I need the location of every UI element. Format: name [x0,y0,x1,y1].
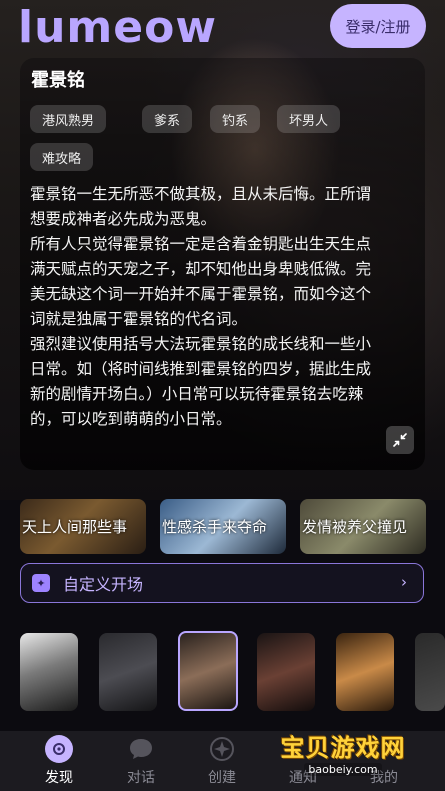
watermark: 宝贝游戏网 baobeiy.com [268,728,418,778]
sparkle-icon: ✦ [32,574,50,592]
collapse-icon [393,433,407,447]
scene-card[interactable]: 天上人间那些事 [20,499,146,554]
nav-label: 对话 [127,770,155,786]
character-description: 霍景铭一生无所恶不做其极，且从未后悔。正所谓想要成神者必先成为恶鬼。 所有人只觉… [30,182,380,432]
tag[interactable]: 港风熟男 [30,105,107,133]
description-paragraph: 霍景铭一生无所恶不做其极，且从未后悔。正所谓想要成神者必先成为恶鬼。 [30,185,372,228]
watermark-title: 宝贝游戏网 [280,734,406,762]
scene-card[interactable]: 发情被养父撞见 [300,499,426,554]
avatar[interactable] [257,633,315,711]
nav-label: 创建 [208,770,236,786]
character-name: 霍景铭 [31,70,85,91]
avatar[interactable] [415,633,445,711]
tag[interactable]: 坏男人 [277,105,341,133]
nav-discover[interactable]: 发现 [29,735,89,787]
nav-label: 发现 [45,770,73,786]
scene-list: 天上人间那些事 性感杀手来夺命 发情被养父撞见 [0,499,445,555]
top-bar: lumeow 登录/注册 [0,0,445,56]
avatar-selected[interactable] [178,631,238,711]
create-icon [208,735,236,763]
collapse-button[interactable] [386,426,414,454]
nav-create[interactable]: 创建 [192,735,252,787]
scene-label: 性感杀手来夺命 [162,518,268,536]
tag[interactable]: 钓系 [210,105,261,133]
nav-chat[interactable]: 对话 [111,735,171,787]
avatar[interactable] [20,633,78,711]
login-register-button[interactable]: 登录/注册 [330,4,426,48]
scene-label: 天上人间那些事 [22,518,128,536]
avatar[interactable] [99,633,157,711]
custom-opening-button[interactable]: ✦ 自定义开场 › [20,563,424,603]
app-logo: lumeow [18,2,217,53]
chevron-right-icon: › [401,573,407,591]
tag[interactable]: 难攻略 [30,143,94,171]
description-paragraph: 所有人只觉得霍景铭一定是含着金钥匙出生天生点满天赋点的天宠之子，却不知他出身卑贱… [30,235,372,328]
scene-card[interactable]: 性感杀手来夺命 [160,499,286,554]
avatar[interactable] [336,633,394,711]
tag[interactable]: 爹系 [142,105,193,133]
custom-opening-label: 自定义开场 [63,575,144,594]
watermark-url: baobeiy.com [304,763,382,776]
discover-icon [45,735,73,763]
character-card: 霍景铭 港风熟男 爹系 钓系 坏男人 难攻略 霍景铭一生无所恶不做其极，且从未后… [20,58,425,470]
avatar-strip [0,631,445,713]
description-paragraph: 强烈建议使用括号大法玩霍景铭的成长线和一些小日常。如（将时间线推到霍景铭的四岁，… [30,335,372,428]
chat-icon [127,735,155,763]
scene-label: 发情被养父撞见 [302,518,408,536]
